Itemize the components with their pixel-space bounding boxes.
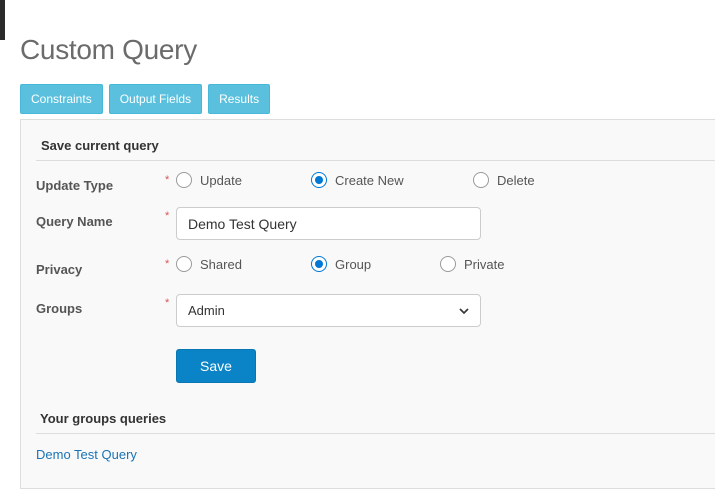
radio-delete-label: Delete bbox=[497, 172, 535, 188]
radio-private-circle[interactable] bbox=[440, 256, 456, 272]
required-marker: * bbox=[165, 210, 170, 222]
chevron-down-icon bbox=[459, 307, 469, 314]
radio-create-new[interactable]: Create New bbox=[311, 172, 404, 188]
section-divider bbox=[36, 160, 715, 161]
radio-private-label: Private bbox=[464, 256, 505, 272]
tab-bar: Constraints Output Fields Results bbox=[20, 84, 271, 114]
privacy-label: Privacy bbox=[36, 262, 83, 277]
save-button[interactable]: Save bbox=[176, 349, 256, 383]
radio-update[interactable]: Update bbox=[176, 172, 242, 188]
radio-create-new-label: Create New bbox=[335, 172, 404, 188]
tab-output-fields[interactable]: Output Fields bbox=[108, 84, 203, 114]
radio-group-label: Group bbox=[335, 256, 372, 272]
required-marker: * bbox=[165, 258, 170, 270]
left-edge bbox=[0, 0, 5, 479]
radio-delete-circle[interactable] bbox=[473, 172, 489, 188]
saved-query-link[interactable]: Demo Test Query bbox=[36, 447, 137, 462]
radio-update-label: Update bbox=[200, 172, 242, 188]
radio-group-circle[interactable] bbox=[311, 256, 327, 272]
radio-delete[interactable]: Delete bbox=[473, 172, 535, 188]
radio-update-circle[interactable] bbox=[176, 172, 192, 188]
query-name-label: Query Name bbox=[36, 214, 113, 229]
tab-constraints[interactable]: Constraints bbox=[20, 84, 103, 114]
section-divider bbox=[36, 433, 715, 434]
radio-shared-label: Shared bbox=[200, 256, 242, 272]
update-type-label: Update Type bbox=[36, 178, 114, 193]
save-section-heading: Save current query bbox=[41, 138, 159, 153]
radio-create-new-circle[interactable] bbox=[311, 172, 327, 188]
groups-select-value: Admin bbox=[188, 303, 225, 318]
radio-shared-circle[interactable] bbox=[176, 256, 192, 272]
groups-label: Groups bbox=[36, 301, 83, 316]
window-edge-block bbox=[0, 0, 5, 40]
tab-results[interactable]: Results bbox=[208, 84, 271, 114]
radio-group[interactable]: Group bbox=[311, 256, 371, 272]
page-title: Custom Query bbox=[20, 34, 197, 65]
required-marker: * bbox=[165, 297, 170, 309]
groups-select[interactable]: Admin bbox=[176, 294, 481, 327]
radio-private[interactable]: Private bbox=[440, 256, 504, 272]
radio-shared[interactable]: Shared bbox=[176, 256, 242, 272]
groups-queries-heading: Your groups queries bbox=[40, 411, 167, 426]
query-name-input[interactable] bbox=[176, 207, 481, 240]
required-marker: * bbox=[165, 174, 170, 186]
